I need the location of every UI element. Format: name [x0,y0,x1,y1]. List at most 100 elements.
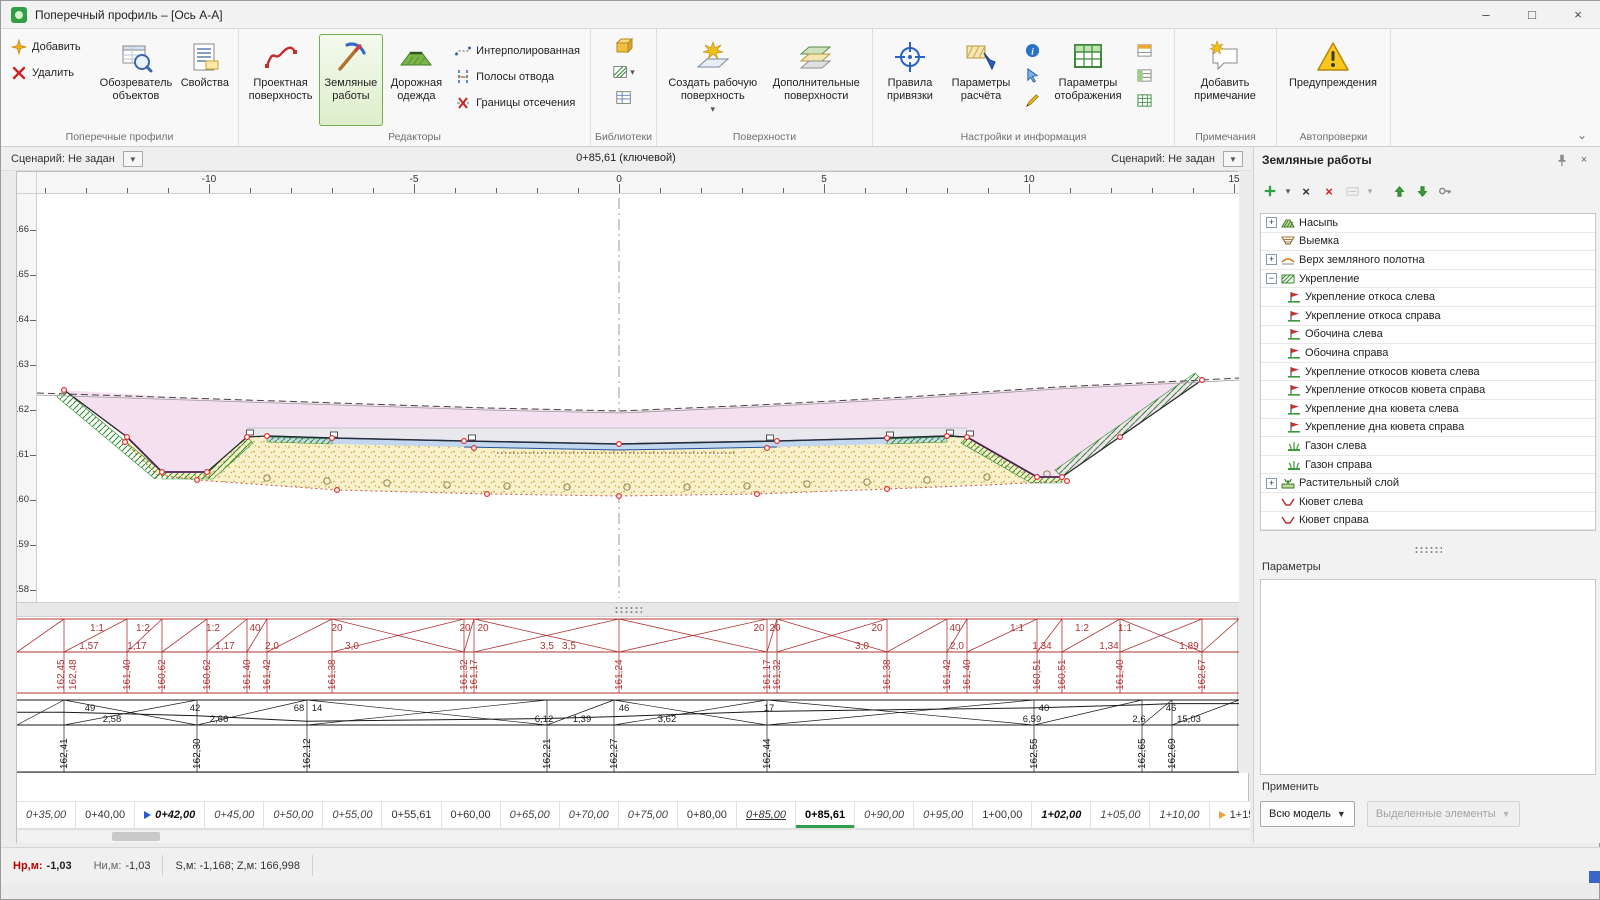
tree-item[interactable]: Выемка [1261,233,1595,252]
panel-close-icon[interactable]: × [1575,151,1593,169]
station-tab[interactable]: 0+55,61 [382,802,441,828]
apply-selected-dropdown[interactable]: Выделенные элементы▼ [1367,801,1520,827]
station-tab[interactable]: 1+02,00 [1032,802,1091,828]
station-tab[interactable]: 0+55,00 [323,802,382,828]
apply-scope-dropdown[interactable]: Всю модель▼ [1260,801,1355,827]
resize-grip[interactable] [1589,871,1600,883]
move-down-button[interactable] [1412,181,1432,201]
station-tab[interactable]: 0+85,61 [796,802,855,828]
delete-item-button[interactable]: × [1296,181,1316,201]
station-tab[interactable]: 0+65,00 [501,802,560,828]
delete-all-button[interactable]: × [1319,181,1339,201]
rename-dropdown[interactable]: ▾ [1365,181,1375,201]
view-grid-button[interactable] [1132,88,1156,112]
tree-item[interactable]: Газон слева [1261,437,1595,456]
tree-item[interactable]: Обочина слева [1261,326,1595,345]
minimize-button[interactable]: – [1463,1,1509,28]
add-profile-button[interactable]: Добавить [6,34,95,59]
additional-surfaces-button[interactable]: Дополнительные поверхности [766,34,868,126]
design-surface-button[interactable]: Проектная поверхность [244,34,317,126]
display-params-button[interactable]: Параметры отображения [1046,34,1130,126]
horizontal-splitter[interactable] [17,602,1239,617]
tree-item[interactable]: Укрепление дна кювета справа [1261,419,1595,438]
station-tab[interactable]: 1+05,00 [1091,802,1150,828]
tree-item[interactable]: Укрепление откосов кювета справа [1261,381,1595,400]
station-tab[interactable]: 0+70,00 [560,802,619,828]
rename-item-button[interactable] [1342,181,1362,201]
view-bands-button[interactable] [1132,63,1156,87]
warnings-button[interactable]: Предупреждения [1282,34,1384,126]
station-tab[interactable]: 0+75,00 [619,802,678,828]
library-grid-button[interactable] [612,86,636,110]
tree-expander[interactable]: − [1266,273,1277,284]
station-tab[interactable]: 0+60,00 [442,802,501,828]
tree-item[interactable]: Газон справа [1261,456,1595,475]
tree-expander[interactable]: + [1266,217,1277,228]
pointer-button[interactable] [1020,63,1044,87]
tree-expander[interactable]: + [1266,254,1277,265]
add-item-dropdown[interactable]: ▾ [1283,181,1293,201]
scenario-bar: Сценарий: Не задан ▼ 0+85,61 (ключевой) … [1,147,1251,171]
object-browser-button[interactable]: Обозреватель объектов [97,34,175,126]
interpolated-button[interactable]: Интерполированная [450,38,585,63]
horizontal-scrollbar[interactable] [17,829,1250,843]
station-tab[interactable]: 0+40,00 [76,802,135,828]
station-tab[interactable]: 0+35,00 [17,802,76,828]
station-tab[interactable]: 0+95,00 [914,802,973,828]
snap-rules-button[interactable]: Правила привязки [878,34,942,126]
flag-icon [1287,403,1301,415]
library-hatch-button[interactable]: ▾ [612,60,636,84]
station-tab[interactable]: 0+80,00 [678,802,737,828]
maximize-button[interactable]: □ [1509,1,1555,28]
properties-button[interactable]: Свойства [177,34,233,126]
station-tab[interactable]: 0+45,00 [205,802,264,828]
tree-expander[interactable]: + [1266,478,1277,489]
tree-item[interactable]: +Растительный слой [1261,474,1595,493]
pencil-button[interactable] [1020,88,1044,112]
calc-params-button[interactable]: Параметры расчёта [944,34,1018,126]
tree-item[interactable]: +Насыпь [1261,214,1595,233]
station-tab[interactable]: 0+50,00 [264,802,323,828]
ribbon-collapse-button[interactable]: ⌄ [1577,128,1587,142]
station-tab[interactable]: 0+85,00 [737,802,796,828]
station-tab[interactable]: 1+00,00 [973,802,1032,828]
pin-icon[interactable] [1553,151,1571,169]
row-strips-button[interactable]: Полосы отвода [450,64,585,89]
pavement-icon [399,40,433,74]
tree-item[interactable]: Кювет слева [1261,493,1595,512]
pavement-button[interactable]: Дорожная одежда [385,34,449,126]
tree-item[interactable]: Кювет справа [1261,512,1595,531]
tree-item[interactable]: Укрепление дна кювета слева [1261,400,1595,419]
add-item-button[interactable] [1260,181,1280,201]
earthworks-button[interactable]: Земляные работы [319,34,383,126]
clip-bounds-button[interactable]: Границы отсечения [450,90,585,115]
add-note-button[interactable]: Добавить примечание [1180,34,1270,126]
info-button[interactable]: i [1020,38,1044,62]
station-tab[interactable]: 0+90,00 [855,802,914,828]
library-box-button[interactable] [612,34,636,58]
scenario-right-dropdown[interactable]: ▼ [1223,151,1243,167]
tree-item[interactable]: Обочина справа [1261,344,1595,363]
station-tab[interactable]: 1+10,00 [1150,802,1209,828]
scenario-left-label: Сценарий: Не задан [11,153,115,165]
tree-item[interactable]: Укрепление откоса слева [1261,288,1595,307]
cross-section-canvas[interactable] [37,194,1239,602]
tree-item[interactable]: Укрепление откосов кювета слева [1261,363,1595,382]
create-working-surface-button[interactable]: Создать рабочую поверхность ▾ [662,34,764,126]
coords-text: S,м: -1,168; Z,м: 166,998 [175,860,300,872]
tree-item[interactable]: −Укрепление [1261,270,1595,289]
scrollbar-thumb[interactable] [112,832,160,841]
close-button[interactable]: × [1555,1,1600,28]
view-table-button[interactable] [1132,38,1156,62]
station-tab[interactable]: 0+42,00 [135,802,205,828]
hi-label: Ни,м: [94,860,122,872]
tree-item[interactable]: Укрепление откоса справа [1261,307,1595,326]
station-tab[interactable]: 1+15, [1210,802,1250,828]
key-button[interactable] [1435,181,1455,201]
tree-item[interactable]: +Верх земляного полотна [1261,251,1595,270]
ribbon-group-label: Автопроверки [1277,131,1390,143]
panel-splitter[interactable] [1254,543,1600,556]
remove-profile-button[interactable]: Удалить [6,60,95,85]
scenario-left-dropdown[interactable]: ▼ [123,151,143,167]
move-up-button[interactable] [1389,181,1409,201]
